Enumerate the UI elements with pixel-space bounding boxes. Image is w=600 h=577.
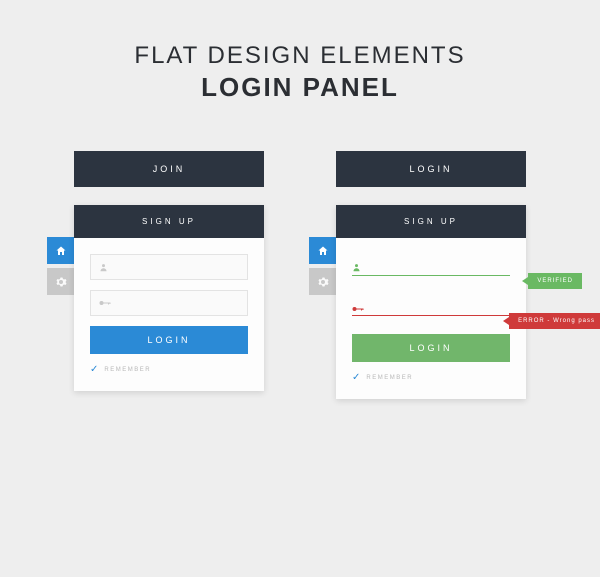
login-button[interactable]: LOGIN: [352, 334, 510, 362]
card-header: SIGN UP: [74, 205, 264, 238]
remember-label: REMEMBER: [104, 367, 151, 373]
check-icon: ✓: [90, 364, 98, 375]
key-icon: [99, 299, 111, 307]
remember-row[interactable]: ✓ REMEMBER: [90, 364, 248, 379]
gear-icon: [317, 276, 329, 288]
settings-tab[interactable]: [47, 268, 74, 295]
error-badge: ERROR - Wrong pass: [509, 313, 600, 329]
home-tab[interactable]: [309, 237, 336, 264]
gear-icon: [55, 276, 67, 288]
check-icon: ✓: [352, 372, 360, 383]
join-button[interactable]: JOIN: [74, 151, 264, 187]
username-input[interactable]: [90, 254, 248, 280]
key-icon: [352, 305, 364, 313]
home-icon: [317, 245, 329, 257]
login-top-button[interactable]: LOGIN: [336, 151, 526, 187]
side-tabs: [309, 237, 336, 295]
side-tabs: [47, 237, 74, 295]
panel-left: JOIN SIGN UP: [74, 151, 264, 399]
settings-tab[interactable]: [309, 268, 336, 295]
user-icon: [352, 262, 361, 273]
card-header: SIGN UP: [336, 205, 526, 238]
user-icon: [99, 262, 108, 273]
home-tab[interactable]: [47, 237, 74, 264]
password-input-error[interactable]: [352, 294, 510, 316]
login-button[interactable]: LOGIN: [90, 326, 248, 354]
signup-card-right: SIGN UP LOGIN ✓ REMEMBER VE: [336, 205, 526, 399]
password-input[interactable]: [90, 290, 248, 316]
remember-row[interactable]: ✓ REMEMBER: [352, 372, 510, 387]
verified-badge: VERIFIED: [528, 273, 582, 289]
panel-right: LOGIN SIGN UP: [336, 151, 526, 399]
home-icon: [55, 245, 67, 257]
signup-card-left: SIGN UP LOGIN ✓ REMEMBER: [74, 205, 264, 391]
username-input-verified[interactable]: [352, 254, 510, 276]
remember-label: REMEMBER: [366, 375, 413, 381]
title-main: LOGIN PANEL: [0, 72, 600, 103]
title-subtitle: FLAT DESIGN ELEMENTS: [0, 42, 600, 70]
